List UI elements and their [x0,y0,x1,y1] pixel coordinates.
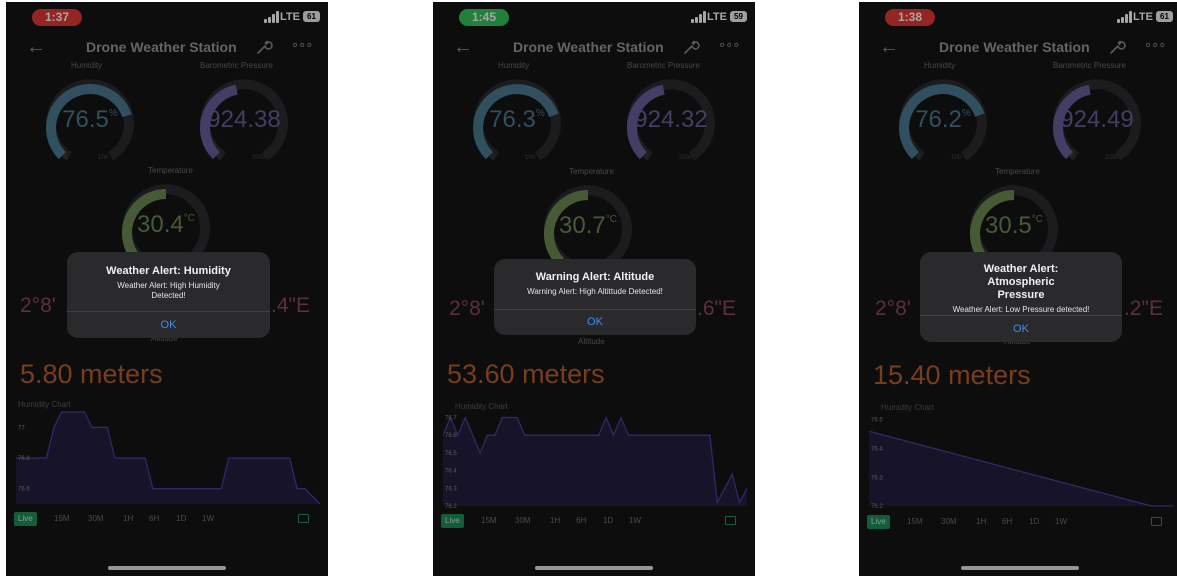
alert-ok-button[interactable]: OK [494,316,696,328]
alert-separator [67,311,270,312]
alert-message: Weather Alert: High Humidity Detected! [117,281,220,300]
alert-title: Weather Alert: Humidity [106,265,231,277]
alert-dialog: Weather Alert: Atmospheric Pressure Weat… [920,252,1122,342]
alert-dialog: Weather Alert: Humidity Weather Alert: H… [67,252,270,338]
alert-separator [494,309,696,310]
phone-screen-3: 1:38 LTE 61 ← Drone Weather Station ∘∘∘ … [859,2,1177,576]
alert-ok-button[interactable]: OK [920,323,1122,335]
alert-dialog: Warning Alert: Altitude Warning Alert: H… [494,259,696,335]
phone-screen-1: 1:37 LTE 61 ← Drone Weather Station ∘∘∘ … [6,2,328,576]
alert-title: Weather Alert: Atmospheric Pressure [983,263,1059,301]
alert-ok-button[interactable]: OK [67,319,270,331]
alert-separator [920,315,1122,316]
alert-message: Warning Alert: High Altittude Detected! [527,287,663,296]
alert-message: Weather Alert: Low Pressure detected! [952,305,1090,314]
alert-title: Warning Alert: Altitude [535,271,655,283]
phone-screen-2: 1:45 LTE 59 ← Drone Weather Station ∘∘∘ … [433,2,755,576]
